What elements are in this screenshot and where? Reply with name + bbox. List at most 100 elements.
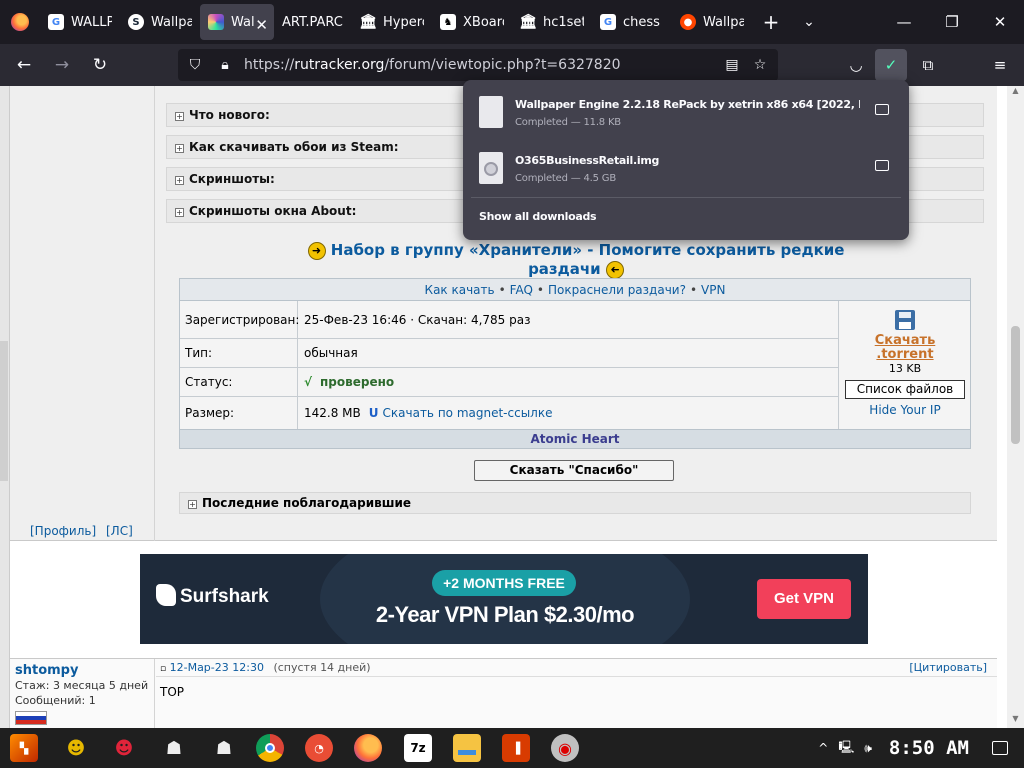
explorer-icon[interactable] <box>453 734 481 762</box>
tab-wallpaper-steam[interactable]: S Wallpa <box>120 0 200 44</box>
list-all-tabs-icon[interactable]: ⌄ <box>790 0 828 44</box>
divider <box>471 197 901 198</box>
back-button[interactable]: ← <box>6 49 42 81</box>
author-nick[interactable]: shtompy <box>15 663 149 678</box>
extensions-icon[interactable]: ⧉ <box>912 49 944 81</box>
downloads-panel: Wallpaper Engine 2.2.18 RePack by xetrin… <box>463 80 909 240</box>
volume-icon[interactable]: 🕪︎ <box>864 741 872 756</box>
shield-icon[interactable]: ⛉ <box>180 57 210 73</box>
tab-wallp-google[interactable]: G WALLP <box>40 0 120 44</box>
sidebar-handle[interactable] <box>0 341 8 481</box>
status-value: проверено <box>320 375 395 389</box>
notifications-icon[interactable] <box>992 741 1008 755</box>
tab-bar: G WALLP S Wallpa Wal ✕ ART.PARC 🏛 Hyperc… <box>0 0 1024 44</box>
folder-icon[interactable] <box>875 160 889 171</box>
scroll-up-icon[interactable]: ▲ <box>1007 86 1024 100</box>
surfshark-ad-banner[interactable]: Surfshark +2 MONTHS FREE 2-Year VPN Plan… <box>140 554 868 644</box>
status-row: Статус: √ проверено <box>180 368 838 397</box>
download-item[interactable]: Wallpaper Engine 2.2.18 RePack by xetrin… <box>471 86 901 140</box>
google-icon: G <box>600 14 616 30</box>
app-icon[interactable]: ◉ <box>551 734 579 762</box>
tab-xboard[interactable]: ♞ XBoard <box>432 0 512 44</box>
start-icon[interactable]: ▚ <box>10 734 38 762</box>
download-item[interactable]: O365BusinessRetail.img Completed — 4.5 G… <box>471 142 901 196</box>
tab-art-parc[interactable]: ART.PARC <box>274 0 352 44</box>
vertical-scrollbar[interactable]: ▲ ▼ <box>1007 86 1024 728</box>
keepers-banner[interactable]: ➜ Набор в группу «Хранители» - Помогите … <box>276 241 876 279</box>
app-icon[interactable]: ☻ <box>110 734 138 762</box>
size-value: 142.8 MB <box>304 406 361 420</box>
author-tenure: Стаж: 3 месяца 5 дней <box>15 679 149 692</box>
address-bar[interactable]: ⛉ 🔒︎ https://rutracker.org/forum/viewtop… <box>178 49 778 81</box>
say-thanks-button[interactable]: Сказать "Спасибо" <box>474 460 674 481</box>
forward-button[interactable]: → <box>44 49 80 81</box>
how-to-download-link[interactable]: Как качать <box>425 283 495 297</box>
floppy-disk-icon <box>895 310 915 330</box>
hide-ip-link[interactable]: Hide Your IP <box>839 403 971 417</box>
network-icon[interactable]: 🖳︎ <box>838 738 854 759</box>
get-vpn-button[interactable]: Get VPN <box>757 579 851 619</box>
show-all-downloads-button[interactable]: Show all downloads <box>479 210 597 223</box>
expand-icon: + <box>175 144 184 153</box>
check-icon: √ <box>304 375 313 389</box>
reply-text: TOP <box>160 685 185 699</box>
minimize-button[interactable]: — <box>880 0 928 44</box>
bookmark-star-icon[interactable]: ☆ <box>746 49 774 81</box>
scroll-down-icon[interactable]: ▼ <box>1007 714 1024 728</box>
reader-view-icon[interactable]: ▤ <box>718 49 746 81</box>
clock[interactable]: 8:50 AM <box>889 737 969 759</box>
tab-chess[interactable]: G chess <box>592 0 672 44</box>
red-torrents-link[interactable]: Покраснели раздачи? <box>548 283 686 297</box>
lock-icon[interactable]: 🔒︎ <box>210 57 240 73</box>
expand-icon: + <box>175 208 184 217</box>
quote-link[interactable]: [Цитировать] <box>909 659 987 677</box>
downloads-button[interactable]: ✓ <box>875 49 907 81</box>
browser-icon[interactable]: ◔ <box>305 734 333 762</box>
app-icon[interactable]: ☗ <box>210 734 238 762</box>
steam-icon: S <box>128 14 144 30</box>
restore-button[interactable]: ❐ <box>928 0 976 44</box>
torrent-size: 13 KB <box>888 362 922 375</box>
reply-post: shtompy Стаж: 3 месяца 5 дней Сообщений:… <box>10 658 997 728</box>
chrome-icon[interactable] <box>256 734 284 762</box>
file-list-button[interactable]: Список файлов <box>845 380 965 399</box>
office-icon[interactable]: ▐ <box>502 734 530 762</box>
tab-hyperc[interactable]: 🏛 Hyperc <box>352 0 432 44</box>
reload-button[interactable]: ↻ <box>82 49 118 81</box>
close-tab-icon[interactable]: ✕ <box>255 16 268 34</box>
google-icon: G <box>48 14 64 30</box>
russia-flag-icon <box>15 711 47 725</box>
scrollbar-thumb[interactable] <box>1011 326 1020 444</box>
faq-link[interactable]: FAQ <box>510 283 533 297</box>
7zip-icon[interactable]: 7z <box>404 734 432 762</box>
firefox-menu-icon[interactable] <box>0 0 40 44</box>
reply-date[interactable]: 12-Мар-23 12:30 <box>170 661 264 674</box>
chevron-up-icon[interactable]: ^ <box>818 741 828 755</box>
reddit-icon: ● <box>680 14 696 30</box>
folder-icon[interactable] <box>875 104 889 115</box>
type-row: Тип: обычная <box>180 339 838 368</box>
post-author-column: [Профиль] [ЛС] <box>10 86 155 541</box>
tab-active[interactable]: Wal ✕ <box>200 4 274 40</box>
menu-icon[interactable]: ≡ <box>984 49 1016 81</box>
firefox-icon[interactable] <box>354 734 382 762</box>
last-thanked-spoiler[interactable]: + Последние поблагодарившие <box>179 492 971 514</box>
pm-link[interactable]: [ЛС] <box>106 524 133 538</box>
left-sidebar-edge[interactable] <box>0 86 10 728</box>
vpn-link[interactable]: VPN <box>701 283 725 297</box>
app-icon[interactable]: ☻ <box>62 734 90 762</box>
magnet-link[interactable]: Скачать по magnet-ссылке <box>383 406 553 420</box>
download-torrent-link[interactable]: Скачать .torrent <box>839 334 971 362</box>
torrent-title[interactable]: Atomic Heart <box>180 429 970 448</box>
system-tray: ^ 🖳︎ 🕪︎ 8:50 AM <box>813 728 1024 768</box>
new-tab-button[interactable]: + <box>752 0 790 44</box>
colorful-icon <box>208 14 224 30</box>
close-window-button[interactable]: ✕ <box>976 0 1024 44</box>
app-icon[interactable]: ☗ <box>160 734 188 762</box>
url-text[interactable]: https://rutracker.org/forum/viewtopic.ph… <box>244 57 621 73</box>
tab-wallpaper-reddit[interactable]: ● Wallpa <box>672 0 752 44</box>
expand-icon: + <box>188 500 197 509</box>
pocket-icon[interactable]: ◡ <box>840 49 872 81</box>
profile-link[interactable]: [Профиль] <box>30 524 96 538</box>
tab-hc1set[interactable]: 🏛 hc1set <box>512 0 592 44</box>
